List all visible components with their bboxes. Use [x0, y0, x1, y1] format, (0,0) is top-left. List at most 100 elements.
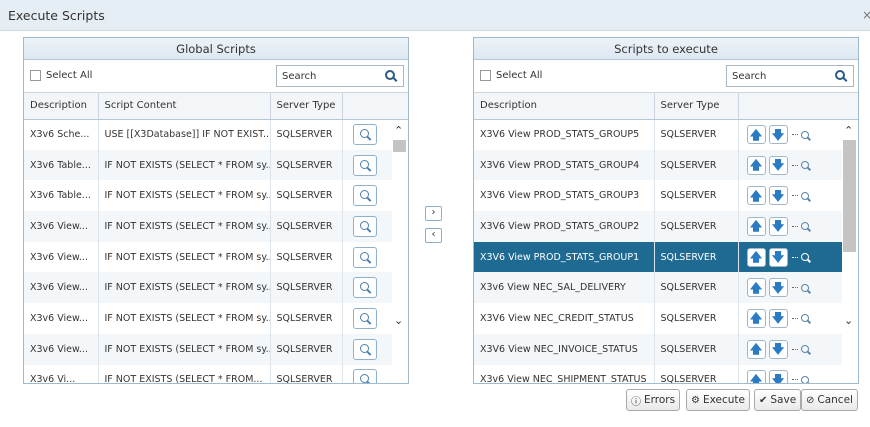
column-script-content[interactable]: Script Content: [98, 93, 271, 120]
table-row[interactable]: X3V6 View PROD_STATS_GROUP2 SQLSERVER 🡅 🡇: [474, 211, 858, 242]
table-row[interactable]: X3V6 View PROD_STATS_GROUP1 SQLSERVER 🡅 🡇: [474, 241, 858, 273]
table-row[interactable]: X3v6 Table... IF NOT EXISTS (SELECT * FRO…: [24, 149, 408, 181]
view-script-button[interactable]: [352, 246, 377, 268]
view-script-button[interactable]: [352, 154, 377, 176]
info-icon: ⓘ: [631, 396, 641, 408]
column-server-type[interactable]: Server Type: [270, 93, 343, 120]
table-row[interactable]: X3v6 Table... IF NOT EXISTS (SELECT * FRO…: [24, 180, 408, 212]
table-row[interactable]: X3V6 View NEC_CREDIT_STATUS SQLSERVER 🡅 🡇: [474, 303, 858, 334]
view-script-button[interactable]: [352, 215, 377, 237]
magnifier-icon[interactable]: [800, 345, 809, 354]
magnifier-icon[interactable]: [800, 253, 809, 262]
save-button[interactable]: ✔ Save: [754, 389, 802, 411]
move-up-button[interactable]: 🡅: [746, 370, 766, 384]
row-description: X3V6 View PROD_STATS_GROUP3: [474, 180, 655, 212]
execute-scrollbar[interactable]: ⌃ ⌄: [842, 120, 858, 383]
scroll-down-icon[interactable]: ⌄: [844, 314, 853, 327]
global-select-all[interactable]: Select All: [30, 70, 92, 81]
scroll-down-icon[interactable]: ⌄: [394, 314, 403, 327]
view-script-button[interactable]: [352, 277, 377, 299]
move-up-button[interactable]: 🡅: [746, 278, 766, 298]
row-server-type: SQLSERVER: [654, 364, 739, 383]
move-down-button[interactable]: 🡇: [768, 247, 788, 267]
close-icon[interactable]: ×: [862, 8, 870, 22]
move-down-button[interactable]: 🡇: [768, 278, 788, 298]
magnifier-icon[interactable]: [800, 161, 809, 170]
scroll-thumb[interactable]: [843, 140, 856, 252]
column-description[interactable]: Description: [474, 93, 655, 120]
magnifier-icon[interactable]: [800, 222, 809, 231]
table-row[interactable]: X3v6 Vi... IF NOT EXISTS (SELECT * FROM..…: [24, 364, 408, 383]
magnifier-icon[interactable]: [800, 375, 809, 383]
magnifier-icon[interactable]: [800, 191, 809, 200]
column-description[interactable]: Description: [24, 93, 99, 120]
arrow-up-icon: 🡅: [749, 158, 763, 173]
arrow-up-icon: 🡅: [749, 372, 763, 384]
move-up-button[interactable]: 🡅: [746, 155, 766, 175]
remove-from-execute-button[interactable]: ‹: [425, 228, 442, 243]
move-up-button[interactable]: 🡅: [746, 125, 766, 145]
move-up-button[interactable]: 🡅: [746, 216, 766, 236]
arrow-down-icon: 🡇: [771, 158, 785, 173]
execute-search-box[interactable]: [726, 65, 854, 87]
arrow-down-icon: 🡇: [771, 127, 785, 142]
global-search-box[interactable]: [276, 65, 404, 87]
table-row[interactable]: X3v6 View... IF NOT EXISTS (SELECT * FROM…: [24, 272, 408, 304]
magnifier-icon[interactable]: [800, 130, 809, 139]
row-actions: 🡅 🡇: [738, 119, 858, 150]
global-search-input[interactable]: [277, 67, 381, 85]
table-row[interactable]: X3v6 View... IF NOT EXISTS (SELECT * FROM…: [24, 211, 408, 242]
table-row[interactable]: X3v6 View NEC_SAL_DELIVERY SQLSERVER 🡅 🡇: [474, 272, 858, 304]
move-down-button[interactable]: 🡇: [768, 308, 788, 328]
row-server-type: SQLSERVER: [270, 303, 343, 334]
table-row[interactable]: X3V6 View PROD_STATS_GROUP3 SQLSERVER 🡅 🡇: [474, 180, 858, 212]
execute-select-all[interactable]: Select All: [480, 70, 542, 81]
errors-button[interactable]: ⓘ Errors: [626, 389, 681, 411]
view-script-button[interactable]: [352, 338, 377, 360]
row-actions: 🡅 🡇: [738, 211, 858, 242]
execute-button[interactable]: ⚙ Execute: [686, 389, 750, 411]
move-down-button[interactable]: 🡇: [768, 370, 788, 383]
table-row[interactable]: X3v6 View NEC_SHIPMENT_STATUS SQLSERVER 🡅 🡇: [474, 364, 858, 384]
table-row[interactable]: X3V6 View NEC_INVOICE_STATUS SQLSERVER 🡅 🡇: [474, 333, 858, 365]
move-up-button[interactable]: 🡅: [746, 247, 766, 267]
add-to-execute-button[interactable]: ›: [425, 206, 442, 221]
move-down-button[interactable]: 🡇: [768, 155, 788, 175]
search-icon[interactable]: [385, 70, 395, 80]
move-down-button[interactable]: 🡇: [768, 216, 788, 236]
column-server-type[interactable]: Server Type: [654, 93, 739, 120]
row-description: X3v6 Table...: [24, 149, 99, 181]
table-row[interactable]: X3V6 View PROD_STATS_GROUP5 SQLSERVER 🡅 🡇: [474, 119, 858, 150]
table-row[interactable]: X3V6 View PROD_STATS_GROUP4 SQLSERVER 🡅 🡇: [474, 149, 858, 181]
move-up-button[interactable]: 🡅: [746, 339, 766, 359]
row-description: X3V6 View NEC_CREDIT_STATUS: [474, 303, 655, 334]
move-down-button[interactable]: 🡇: [768, 186, 788, 206]
magnifier-icon[interactable]: [800, 283, 809, 292]
move-up-button[interactable]: 🡅: [746, 308, 766, 328]
view-script-button[interactable]: [352, 307, 377, 329]
table-row[interactable]: X3v6 View... IF NOT EXISTS (SELECT * FROM…: [24, 241, 408, 273]
magnifier-icon[interactable]: [800, 314, 809, 323]
scroll-thumb[interactable]: [393, 140, 406, 152]
view-script-button[interactable]: [352, 369, 377, 383]
scroll-up-icon[interactable]: ⌃: [394, 124, 403, 137]
global-scrollbar[interactable]: ⌃ ⌄: [392, 120, 408, 383]
arrow-down-icon: 🡇: [771, 342, 785, 357]
arrow-up-icon: 🡅: [749, 342, 763, 357]
table-row[interactable]: X3v6 View... IF NOT EXISTS (SELECT * FROM…: [24, 303, 408, 334]
scroll-up-icon[interactable]: ⌃: [844, 124, 853, 137]
move-up-button[interactable]: 🡅: [746, 186, 766, 206]
view-script-button[interactable]: [352, 124, 377, 146]
move-down-button[interactable]: 🡇: [768, 125, 788, 145]
table-row[interactable]: X3v6 View... IF NOT EXISTS (SELECT * FROM…: [24, 333, 408, 365]
execute-select-all-checkbox[interactable]: [480, 70, 491, 81]
move-down-button[interactable]: 🡇: [768, 339, 788, 359]
execute-search-input[interactable]: [727, 67, 831, 85]
global-select-all-checkbox[interactable]: [30, 70, 41, 81]
search-icon[interactable]: [835, 70, 845, 80]
view-script-button[interactable]: [352, 185, 377, 207]
arrow-up-icon: 🡅: [749, 311, 763, 326]
table-row[interactable]: X3v6 Sche... USE [[X3Database]] IF NOT EX…: [24, 119, 408, 150]
cancel-button[interactable]: ⊘ Cancel: [801, 389, 858, 411]
row-script-content: IF NOT EXISTS (SELECT * FROM sy...: [98, 241, 271, 273]
